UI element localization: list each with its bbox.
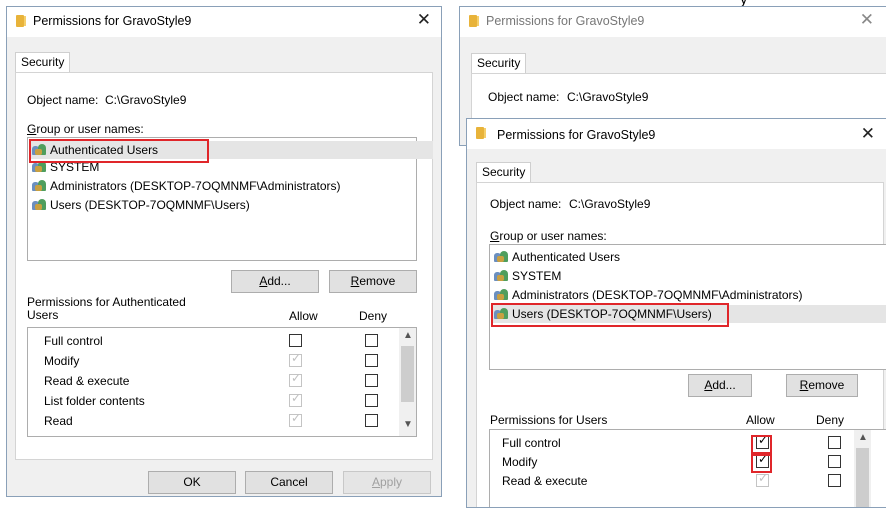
title-bar: Permissions for GravoStyle9 ✕ [467,119,886,149]
tab-security[interactable]: Security [15,52,71,73]
deny-checkbox[interactable] [365,374,378,387]
allow-checkbox: ✓ [289,351,302,367]
security-panel: Object name: C:\GravoStyle9 Group or use… [15,72,433,460]
object-name-label: Object name: [27,93,99,107]
permissions-label: Permissions for Users [490,413,608,427]
security-panel: Object name: C:\GravoStyle9 Group or use… [476,182,886,507]
scrollbar[interactable]: ▲ [854,430,871,507]
permissions-dialog-right: Permissions for GravoStyle9 ✕ Security O… [466,118,886,508]
scrollbar-thumb[interactable] [401,346,414,402]
permissions-list[interactable]: Full control ✓ Modify ✓ Read & execute ✓… [489,429,886,507]
highlight-box [491,303,729,327]
permissions-label: Permissions for Authenticated Users [27,295,186,322]
permission-name: Read [44,414,73,428]
users-icon [494,270,508,282]
deny-checkbox[interactable] [365,334,378,347]
allow-header: Allow [746,413,775,427]
list-item-user[interactable]: Users (DESKTOP-7OQMNMF\Users) [30,196,250,214]
allow-checkbox: ✓ [756,471,769,487]
allow-checkbox: ✓ [289,371,302,387]
permission-name: Modify [44,354,80,368]
deny-checkbox[interactable] [365,414,378,427]
title-bar: Permissions for GravoStyle9 ✕ [460,7,886,37]
permission-name: Read & execute [44,374,130,388]
permission-name: Full control [44,334,103,348]
scroll-up-icon[interactable]: ▲ [858,432,868,443]
title-bar: Permissions for GravoStyle9 ✕ [7,7,441,37]
scroll-up-icon[interactable]: ▲ [403,330,413,341]
tab-security[interactable]: Security [476,162,532,183]
list-item-user[interactable]: SYSTEM [492,267,561,285]
allow-checkbox: ✓ [289,391,302,407]
object-path: C:\GravoStyle9 [105,93,187,107]
permissions-list[interactable]: Full control Modify ✓ Read & execute ✓ L… [27,327,417,437]
deny-checkbox[interactable] [365,394,378,407]
object-path: C:\GravoStyle9 [567,90,649,104]
tab-security[interactable]: Security [471,53,527,74]
group-label: Group or user names: [27,122,144,136]
scroll-down-icon[interactable]: ▼ [403,419,413,430]
deny-checkbox[interactable] [365,354,378,367]
list-item-user[interactable]: Authenticated Users [492,248,620,266]
folder-icon [469,15,479,27]
folder-icon [16,15,26,27]
users-icon [32,199,46,211]
permissions-dialog-left: Permissions for GravoStyle9 ✕ Security O… [6,6,442,497]
add-button[interactable]: Add... [231,270,319,293]
folder-icon [476,127,486,139]
deny-header: Deny [816,413,845,427]
list-item-user[interactable]: Administrators (DESKTOP-7OQMNMF\Administ… [492,286,803,304]
object-name-label: Object name: [488,90,560,104]
close-icon[interactable]: ✕ [417,10,431,30]
permission-name: Modify [502,455,538,469]
users-icon [494,251,508,263]
deny-checkbox[interactable] [828,455,841,468]
highlight-box [29,139,209,163]
users-icon [32,180,46,192]
allow-header: Allow [289,309,318,323]
close-icon[interactable]: ✕ [861,124,875,144]
permission-name: Read & execute [502,474,588,488]
ok-button[interactable]: OK [148,471,236,494]
highlight-box [751,435,772,454]
allow-checkbox[interactable] [289,334,302,347]
scrollbar-thumb[interactable] [856,448,869,507]
remove-button[interactable]: Remove [786,374,858,397]
scrollbar[interactable]: ▲ ▼ [399,328,416,436]
cancel-button[interactable]: Cancel [245,471,333,494]
add-button[interactable]: Add... [688,374,752,397]
deny-checkbox[interactable] [828,474,841,487]
remove-button[interactable]: Remove [329,270,417,293]
deny-checkbox[interactable] [828,436,841,449]
window-title: Permissions for GravoStyle9 [486,14,645,28]
permission-name: Full control [502,436,561,450]
object-path: C:\GravoStyle9 [569,197,651,211]
window-title: Permissions for GravoStyle9 [497,128,656,142]
deny-header: Deny [359,309,388,323]
group-label: Group or user names: [490,229,607,243]
list-item-user[interactable]: Administrators (DESKTOP-7OQMNMF\Administ… [30,177,341,195]
object-name-label: Object name: [490,197,562,211]
window-title: Permissions for GravoStyle9 [33,14,192,28]
permission-name: List folder contents [44,394,145,408]
users-icon [494,289,508,301]
highlight-box [751,454,772,473]
apply-button: Apply [343,471,431,494]
close-icon[interactable]: ✕ [860,10,874,30]
allow-checkbox: ✓ [289,411,302,427]
